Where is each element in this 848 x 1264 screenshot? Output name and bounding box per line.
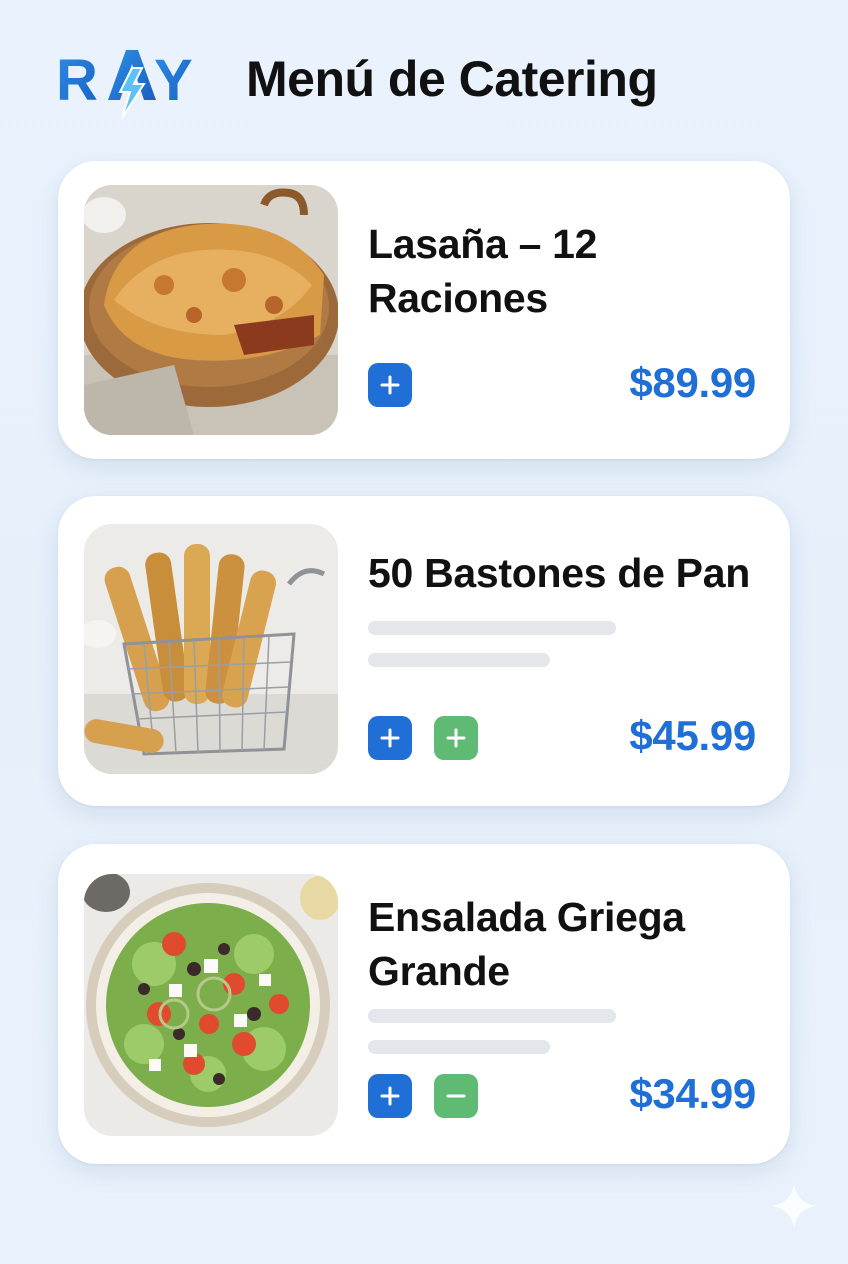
item-price: $89.99 [629,359,756,406]
item-name: Lasaña – 12 Raciones [368,221,598,321]
decrease-button[interactable] [434,1074,478,1118]
menu-item-card[interactable]: Lasaña – 12 Raciones $89.99 [58,161,790,459]
description-placeholder [368,621,616,635]
item-name: Ensalada Griega Grande [368,894,685,994]
menu-item-card[interactable]: Ensalada Griega Grande $34.99 [58,844,790,1164]
item-price: $45.99 [629,712,756,759]
description-placeholder [368,653,550,667]
increase-button[interactable] [434,716,478,760]
breadsticks-image [84,524,338,774]
menu-item-card[interactable]: 50 Bastones de Pan $45.99 [58,496,790,806]
add-button[interactable] [368,1074,412,1118]
item-name: 50 Bastones de Pan [368,550,750,596]
add-button[interactable] [368,363,412,407]
svg-text:Y: Y [154,48,193,113]
svg-text:R: R [56,48,97,113]
header: R Y Menú de Catering [0,0,848,160]
plus-icon [380,375,400,395]
greek-salad-image [84,874,338,1136]
plus-icon [380,1086,400,1106]
page-title: Menú de Catering [246,51,658,107]
plus-icon [446,728,466,748]
lasagna-image [84,185,338,435]
minus-icon [446,1094,466,1098]
sparkle-icon [770,1182,818,1230]
plus-icon [380,728,400,748]
item-price: $34.99 [629,1070,756,1117]
add-button[interactable] [368,716,412,760]
description-placeholder [368,1009,616,1023]
ray-logo: R Y [56,44,206,124]
description-placeholder [368,1040,550,1054]
